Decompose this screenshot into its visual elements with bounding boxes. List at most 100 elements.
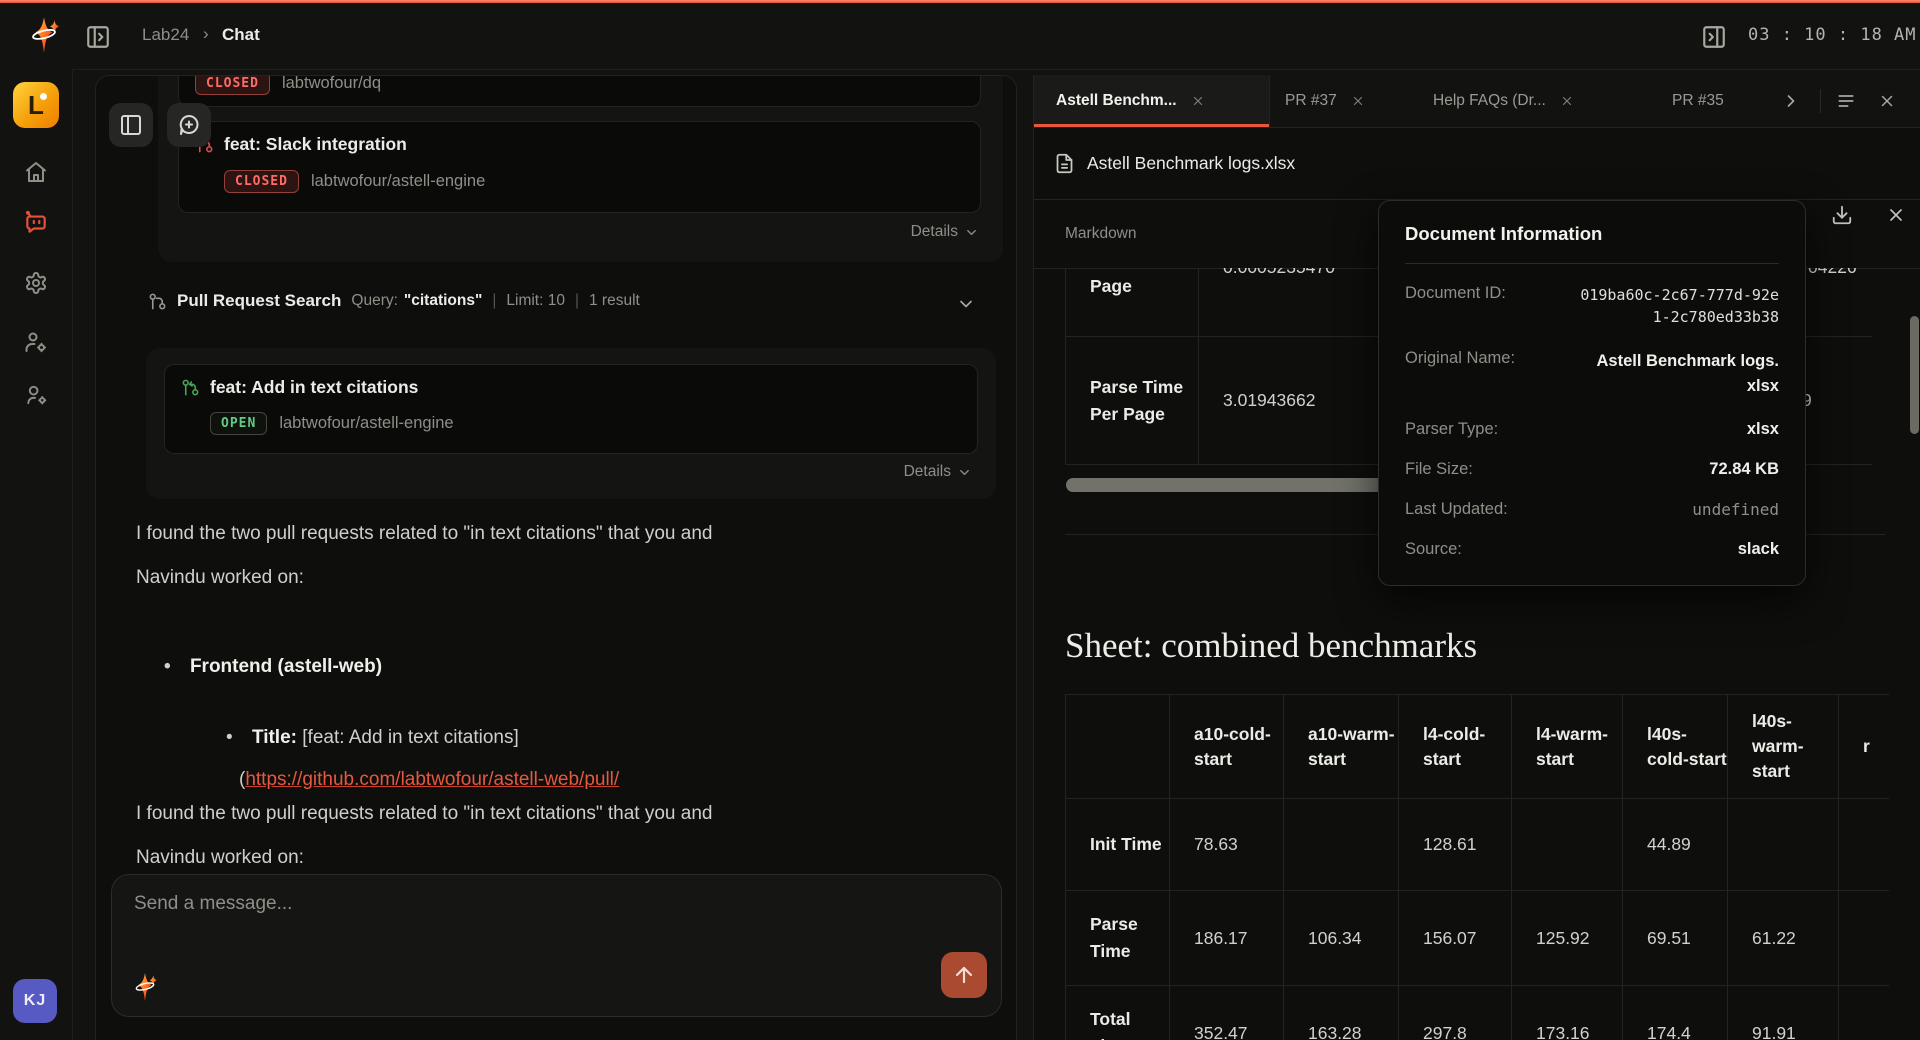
- table-row: Total Time 352.47 163.28 297.8 173.16 17…: [1066, 986, 1890, 1040]
- popover-divider: [1405, 263, 1779, 264]
- info-label: Source:: [1405, 540, 1462, 559]
- breadcrumb-app[interactable]: Lab24: [142, 25, 189, 45]
- cell: [1839, 799, 1890, 891]
- cell: 44.89: [1623, 799, 1728, 891]
- row-label: Init Time: [1066, 799, 1170, 891]
- new-chat-button[interactable]: [167, 103, 211, 147]
- popover-title: Document Information: [1405, 223, 1779, 245]
- tab-label: Help FAQs (Dr...: [1433, 92, 1546, 110]
- horizontal-scrollbar[interactable]: [1066, 478, 1384, 492]
- panel-left-open-icon[interactable]: [84, 23, 112, 51]
- cell: 128.61: [1399, 799, 1512, 891]
- app-window: Lab24 › Chat 03 : 10 : 18 AM L: [0, 0, 1920, 1040]
- details-toggle[interactable]: Details: [911, 223, 979, 241]
- tab-scroll-right-icon[interactable]: [1779, 89, 1803, 113]
- gear-icon: [24, 271, 48, 295]
- cell: 61.22: [1728, 891, 1839, 986]
- pr-link-line: (https://github.com/labtwofour/astell-we…: [239, 769, 619, 791]
- cell: [1512, 799, 1623, 891]
- info-label: File Size:: [1405, 460, 1473, 479]
- toggle-history-button[interactable]: [109, 103, 153, 147]
- col-header: l4-warm-start: [1512, 695, 1623, 799]
- col-header: a10-warm-start: [1284, 695, 1399, 799]
- assistant-message-repeat: I found the two pull requests related to…: [136, 792, 786, 880]
- send-button[interactable]: [941, 952, 987, 998]
- tool-result-block: feat: Add in text citations OPEN labtwof…: [146, 348, 996, 499]
- sidebar-item-team-admin[interactable]: [0, 374, 72, 414]
- tab-help-faqs[interactable]: Help FAQs (Dr...: [1433, 75, 1653, 127]
- home-icon: [24, 160, 48, 184]
- workspace-logo[interactable]: L: [13, 82, 59, 128]
- avatar-initials: KJ: [24, 992, 46, 1010]
- sidebar-item-user-admin[interactable]: [0, 322, 72, 362]
- chevron-down-icon: [957, 465, 972, 480]
- col-header: l40s-cold-start: [1623, 695, 1728, 799]
- tab-pr-35[interactable]: PR #35: [1672, 75, 1762, 127]
- pr-card-citations[interactable]: feat: Add in text citations OPEN labtwof…: [164, 364, 978, 454]
- tab-close-icon[interactable]: [1191, 94, 1205, 108]
- cell: 125.92: [1512, 891, 1623, 986]
- result-count: 1 result: [589, 292, 640, 310]
- sidebar-item-chat-bot[interactable]: [0, 202, 72, 242]
- mode-label[interactable]: Markdown: [1065, 225, 1137, 243]
- info-row-file-size: File Size: 72.84 KB: [1405, 460, 1779, 479]
- chat-panel: CLOSED labtwofour/dq feat: Slack integra…: [95, 75, 1017, 1040]
- info-value: slack: [1738, 540, 1779, 559]
- cell: [1839, 891, 1890, 986]
- github-pr-link[interactable]: https://github.com/labtwofour/astell-web…: [245, 769, 619, 790]
- pr-card-slack[interactable]: feat: Slack integration CLOSED labtwofou…: [178, 121, 981, 213]
- pr-repo: labtwofour/astell-engine: [311, 172, 485, 191]
- breadcrumb-separator: ›: [203, 24, 209, 44]
- sheet-heading: Sheet: combined benchmarks: [1065, 626, 1477, 666]
- tab-label: Astell Benchm...: [1056, 92, 1177, 110]
- bullet-title: Title: [feat: Add in text citations]: [226, 727, 519, 749]
- pr-status-badge: CLOSED: [195, 75, 270, 95]
- tab-list-icon[interactable]: [1834, 89, 1858, 113]
- user-round-cog-icon: [25, 383, 48, 406]
- cell: [1284, 799, 1399, 891]
- panel-close-icon[interactable]: [1875, 89, 1899, 113]
- bullet-text: Frontend (astell-web): [190, 656, 382, 677]
- cell: 173.16: [1512, 986, 1623, 1040]
- tab-pr-37[interactable]: PR #37: [1285, 75, 1430, 127]
- details-toggle[interactable]: Details: [904, 463, 972, 481]
- bot-chat-icon: [23, 209, 49, 235]
- pr-card-partial[interactable]: CLOSED labtwofour/dq: [178, 75, 981, 107]
- cell: 174.4: [1623, 986, 1728, 1040]
- cell: 69.51: [1623, 891, 1728, 986]
- tab-close-icon[interactable]: [1560, 94, 1574, 108]
- bullet-title-text: [feat: Add in text citations]: [297, 727, 519, 748]
- info-label: Document ID:: [1405, 284, 1506, 303]
- panel-right-open-icon[interactable]: [1700, 23, 1728, 51]
- arrow-up-icon: [952, 963, 976, 987]
- message-line: Navindu worked on:: [136, 567, 304, 588]
- tool-call-header[interactable]: Pull Request Search Query: "citations" |…: [148, 291, 640, 311]
- assistant-message: I found the two pull requests related to…: [136, 512, 786, 600]
- pr-status-badge: OPEN: [210, 412, 267, 435]
- vertical-scrollbar[interactable]: [1910, 316, 1919, 434]
- breadcrumb-page: Chat: [222, 25, 260, 45]
- col-header: r: [1839, 695, 1890, 799]
- sidebar-item-settings[interactable]: [0, 263, 72, 303]
- message-input[interactable]: [132, 891, 856, 965]
- tab-astell-benchmark[interactable]: Astell Benchm...: [1034, 75, 1270, 127]
- cell: 106.34: [1284, 891, 1399, 986]
- composer-spark-icon[interactable]: [130, 972, 160, 1002]
- pr-repo: labtwofour/astell-engine: [279, 414, 453, 433]
- sidebar-item-home[interactable]: [0, 152, 72, 192]
- user-avatar[interactable]: KJ: [13, 979, 57, 1023]
- cell: 91.91: [1728, 986, 1839, 1040]
- col-header: l40s-warm-start: [1728, 695, 1839, 799]
- tab-close-icon[interactable]: [1351, 94, 1365, 108]
- bullet-title-label: Title:: [252, 727, 297, 748]
- meta-separator: |: [492, 292, 496, 310]
- panel-left-icon: [119, 113, 143, 137]
- cell: 186.17: [1170, 891, 1284, 986]
- tool-result-block: CLOSED labtwofour/dq feat: Slack integra…: [158, 75, 1003, 262]
- collapse-tool-chevron-icon[interactable]: [956, 294, 976, 314]
- info-value: 72.84 KB: [1709, 460, 1779, 479]
- row-label: Parse Time: [1066, 891, 1170, 986]
- message-plus-icon: [177, 113, 201, 137]
- bullet-frontend: Frontend (astell-web): [164, 656, 382, 678]
- document-title: Astell Benchmark logs.xlsx: [1087, 153, 1295, 174]
